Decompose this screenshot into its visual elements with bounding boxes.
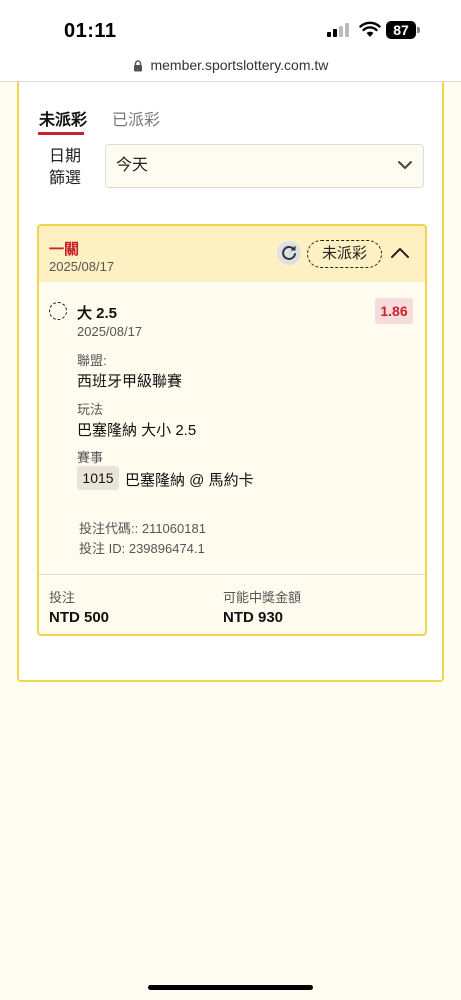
lock-icon — [133, 60, 142, 72]
battery-tip — [417, 27, 420, 33]
bet-card: 一關 2025/08/17 未派彩 大 2.5 1.86 2025/08/17 … — [37, 224, 427, 636]
status-badge: 未派彩 — [307, 240, 382, 268]
clock: 01:11 — [64, 20, 117, 42]
market-value: 巴塞隆納 大小 2.5 — [77, 422, 197, 439]
bet-id: 投注 ID: 239896474.1 — [79, 541, 205, 556]
date-filter-value: 今天 — [116, 157, 149, 174]
status-bar: 01:11 87 — [0, 0, 461, 54]
date-filter-select[interactable]: 今天 — [105, 144, 424, 188]
payout-value: NTD 930 — [223, 609, 284, 626]
event-label: 賽事 — [77, 450, 104, 465]
refresh-button[interactable] — [277, 241, 301, 265]
url-text: member.sportslottery.com.tw — [150, 57, 329, 73]
tab-settled[interactable]: 已派彩 — [112, 106, 160, 130]
bet-code: 投注代碼:: 211060181 — [79, 521, 206, 536]
event-name: 巴塞隆納 @ 馬約卡 — [125, 472, 254, 489]
bet-card-footer: 投注 NTD 500 可能中獎金額 NTD 930 — [39, 574, 425, 634]
bet-records-panel: 未派彩 已派彩 日期篩選 今天 一關 2025/08/17 未派彩 大 2.5 — [17, 82, 444, 682]
wifi-icon — [359, 21, 381, 37]
payout-label: 可能中獎金額 — [223, 590, 302, 605]
selection-status-icon — [49, 302, 67, 320]
league-label: 聯盟: — [77, 353, 107, 368]
event-id-badge: 1015 — [77, 466, 119, 490]
chevron-down-icon — [398, 161, 412, 169]
selection-name: 大 2.5 — [77, 305, 118, 322]
chevron-up-icon[interactable] — [389, 243, 411, 263]
league-value: 西班牙甲級聯賽 — [77, 373, 183, 390]
stake-label: 投注 — [49, 590, 76, 605]
bet-type: 一關 — [49, 241, 80, 258]
bet-card-header: 一關 2025/08/17 未派彩 — [39, 226, 425, 282]
bet-date: 2025/08/17 — [49, 259, 115, 274]
stake-value: NTD 500 — [49, 609, 110, 626]
market-label: 玩法 — [77, 402, 104, 417]
cellular-signal-icon — [327, 23, 351, 37]
tab-unsettled[interactable]: 未派彩 — [37, 106, 87, 135]
selection-date: 2025/08/17 — [77, 324, 143, 339]
home-indicator[interactable] — [148, 985, 313, 990]
date-filter-label: 日期篩選 — [49, 148, 82, 187]
battery-icon: 87 — [386, 21, 416, 39]
selection-odds: 1.86 — [375, 298, 413, 324]
refresh-icon — [282, 245, 296, 260]
address-bar[interactable]: member.sportslottery.com.tw — [0, 54, 461, 82]
